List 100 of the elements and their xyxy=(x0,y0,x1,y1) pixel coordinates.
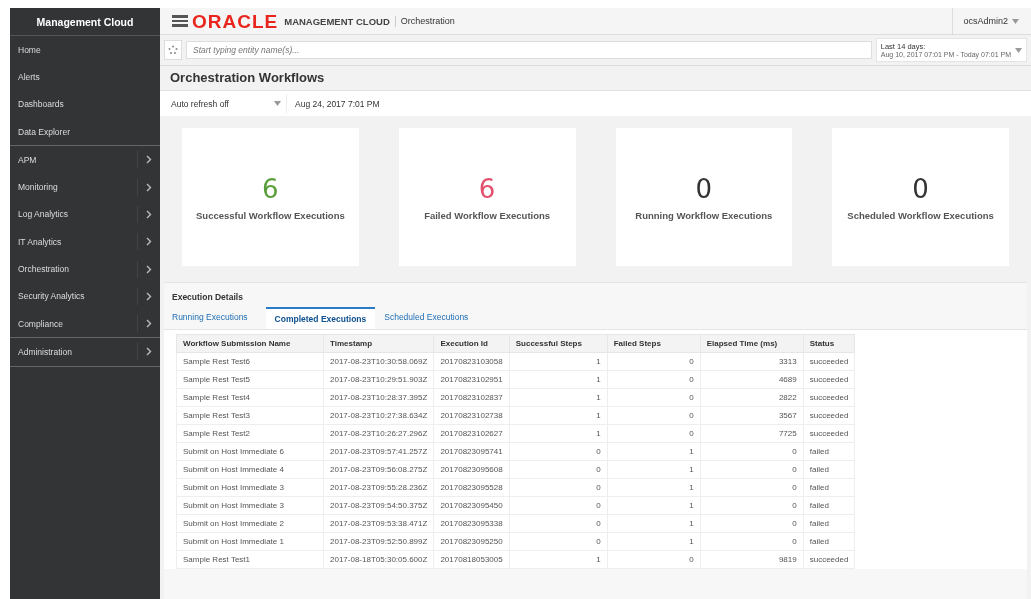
table-cell: 0 xyxy=(509,478,608,497)
table-cell: 0 xyxy=(700,496,804,515)
table-cell: 20170823095250 xyxy=(433,532,510,551)
caret-down-icon[interactable] xyxy=(274,101,281,106)
section-name: Orchestration xyxy=(400,16,455,26)
column-header[interactable]: Timestamp xyxy=(323,334,434,353)
table-cell: 0 xyxy=(700,442,804,461)
table-cell: failed xyxy=(803,496,855,515)
tab[interactable]: Scheduled Executions xyxy=(375,307,478,329)
table-cell: Submit on Host Immediate 6 xyxy=(176,442,324,461)
table-cell: 2822 xyxy=(700,388,804,407)
menu-icon[interactable] xyxy=(172,15,188,27)
table-cell: 0 xyxy=(607,370,701,389)
table-cell: 2017-08-23T09:56:08.275Z xyxy=(323,460,434,479)
table-cell: 0 xyxy=(509,460,608,479)
table-cell: 20170823095450 xyxy=(433,496,510,515)
table-cell: 2017-08-23T09:55:28.236Z xyxy=(323,478,434,497)
stat-label: Failed Workflow Executions xyxy=(424,209,551,221)
table-cell: 2017-08-23T09:53:38.471Z xyxy=(323,514,434,533)
table-cell: 1 xyxy=(607,532,701,551)
product-name: MANAGEMENT CLOUD xyxy=(284,15,396,27)
stat-label: Successful Workflow Executions xyxy=(196,209,345,221)
sidebar-item[interactable]: Alerts xyxy=(18,71,160,82)
table-cell: 1 xyxy=(509,550,608,569)
table-cell: 1 xyxy=(509,352,608,371)
table-cell: 1 xyxy=(509,406,608,425)
tab[interactable]: Completed Executions xyxy=(265,307,376,329)
sidebar-item[interactable]: Home xyxy=(18,44,160,55)
stat-value: 6 xyxy=(478,173,496,204)
table-cell: 0 xyxy=(700,532,804,551)
caret-down-icon[interactable] xyxy=(1015,47,1022,53)
user-menu[interactable]: ocsAdmin2 xyxy=(952,8,1019,34)
column-header[interactable]: Elapsed Time (ms) xyxy=(700,334,804,353)
table-cell: 0 xyxy=(607,424,701,443)
table-cell: succeeded xyxy=(803,388,855,407)
table-cell: 1 xyxy=(607,478,701,497)
column-header[interactable]: Failed Steps xyxy=(607,334,701,353)
table-cell: Sample Rest Test6 xyxy=(176,352,324,371)
table-cell: 4689 xyxy=(700,370,804,389)
table-cell: 1 xyxy=(607,496,701,515)
table-cell: Sample Rest Test4 xyxy=(176,388,324,407)
table-cell: 2017-08-23T10:27:38.634Z xyxy=(323,406,434,425)
entity-picker-button[interactable] xyxy=(164,40,182,60)
table-cell: 2017-08-23T09:54:50.375Z xyxy=(323,496,434,515)
table-cell: failed xyxy=(803,460,855,479)
sidebar-item[interactable]: Security Analytics xyxy=(18,291,137,302)
table-cell: 0 xyxy=(509,496,608,515)
table-cell: 3313 xyxy=(700,352,804,371)
table-cell: 0 xyxy=(607,352,701,371)
table-cell: failed xyxy=(803,478,855,497)
dots-icon xyxy=(168,45,178,55)
table-cell: 20170823102951 xyxy=(433,370,510,389)
table-cell: 20170823095338 xyxy=(433,514,510,533)
table-cell: Sample Rest Test2 xyxy=(176,424,324,443)
sidebar-item[interactable]: Orchestration xyxy=(18,264,137,274)
table-cell: 0 xyxy=(607,550,701,569)
logo: ORACLE xyxy=(192,11,279,31)
tab[interactable]: Running Executions xyxy=(163,307,257,329)
column-header[interactable]: Successful Steps xyxy=(509,334,608,353)
sidebar-item[interactable]: Monitoring xyxy=(18,182,137,193)
column-header[interactable]: Execution Id xyxy=(433,334,510,353)
table-cell: 1 xyxy=(509,424,608,443)
table-cell: 1 xyxy=(509,388,608,407)
table-cell: 0 xyxy=(700,514,804,533)
column-header[interactable]: Workflow Submission Name xyxy=(176,334,324,353)
sidebar-item[interactable]: Compliance xyxy=(18,318,137,329)
sidebar-item[interactable]: Log Analytics xyxy=(18,209,137,220)
table-cell: 9819 xyxy=(700,550,804,569)
table-cell: 20170823095528 xyxy=(433,478,510,497)
sidebar-item[interactable]: APM xyxy=(18,154,137,165)
sidebar-item[interactable]: Data Explorer xyxy=(18,126,160,137)
table-cell: 0 xyxy=(607,388,701,407)
table-cell: 0 xyxy=(509,442,608,461)
sidebar-item[interactable]: IT Analytics xyxy=(18,236,137,247)
table-cell: Submit on Host Immediate 1 xyxy=(176,532,324,551)
table-cell: Sample Rest Test3 xyxy=(176,406,324,425)
table-cell: 20170823095608 xyxy=(433,460,510,479)
table-cell: failed xyxy=(803,532,855,551)
column-header[interactable]: Status xyxy=(803,334,855,353)
refresh-dropdown[interactable]: Auto refresh off xyxy=(166,94,287,113)
table-cell: 0 xyxy=(509,532,608,551)
table-cell: 20170823102627 xyxy=(433,424,510,443)
refresh-timestamp: Aug 24, 2017 7:01 PM xyxy=(295,98,380,109)
table-cell: 2017-08-23T10:28:37.395Z xyxy=(323,388,434,407)
table-cell: 2017-08-23T09:57:41.257Z xyxy=(323,442,434,461)
stat-label: Running Workflow Executions xyxy=(635,209,773,221)
table-cell: Sample Rest Test5 xyxy=(176,370,324,389)
table-cell: succeeded xyxy=(803,352,855,371)
table-cell: 20170823095741 xyxy=(433,442,510,461)
search-field[interactable]: Start typing entity name(s)... xyxy=(186,41,872,59)
table-cell: 0 xyxy=(700,460,804,479)
table-cell: 2017-08-23T10:29:51.903Z xyxy=(323,370,434,389)
table-cell: Submit on Host Immediate 3 xyxy=(176,496,324,515)
table-cell: 2017-08-23T09:52:50.899Z xyxy=(323,532,434,551)
caret-down-icon[interactable] xyxy=(1012,18,1019,24)
table-cell: 2017-08-23T10:30:58.069Z xyxy=(323,352,434,371)
table-cell: succeeded xyxy=(803,370,855,389)
sidebar-item[interactable]: Dashboards xyxy=(18,99,160,110)
table-cell: succeeded xyxy=(803,424,855,443)
sidebar-item[interactable]: Administration xyxy=(18,346,137,357)
